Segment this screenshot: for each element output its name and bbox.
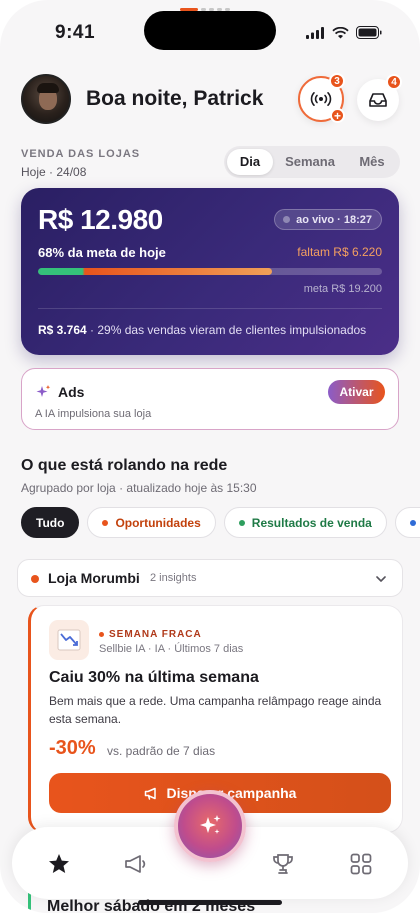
card-divider [38,308,382,309]
sales-date: Hoje · 24/08 [21,165,87,179]
sales-label: VENDA DAS LOJAS [21,148,141,160]
boost-amount: R$ 3.764 [38,323,87,337]
battery-icon [356,26,382,39]
wifi-icon [332,26,349,38]
cellular-signal-icon [306,26,324,39]
trend-down-icon [49,620,89,660]
store-insight-count: 2 insights [150,572,197,584]
activate-ads-button[interactable]: Ativar [328,380,385,404]
chip-label: Tudo [36,515,65,530]
plus-icon: + [330,108,345,123]
remaining-text: faltam R$ 6.220 [297,245,382,259]
tab-rankings[interactable] [270,851,296,877]
next-insight-accent [28,893,31,913]
sparkle-icon [36,385,51,397]
sales-value: R$ 12.980 [38,204,163,235]
trophy-icon [273,854,293,874]
goal-text: 68% da meta de hoje [38,245,166,260]
live-count-badge: 3 [329,73,345,89]
page-indicator [180,8,230,11]
tag-dot-icon [99,632,104,637]
feed-subtitle: Agrupado por loja · atualizado hoje às 1… [21,481,257,495]
grid-icon [350,853,372,875]
chip-other[interactable]: Q [394,507,420,538]
broadcast-icon [310,92,332,106]
filter-chips: Tudo Oportunidades Resultados de venda Q [21,507,420,538]
ads-subtitle: A IA impulsiona sua loja [35,408,152,420]
inbox-count-badge: 4 [386,74,402,90]
chip-all[interactable]: Tudo [21,507,80,538]
goal-progress-fill [38,268,272,275]
status-icons [306,26,382,39]
megaphone-icon [144,787,156,800]
insight-tag-label: SEMANA FRACA [109,629,202,640]
inbox-button[interactable]: 4 [357,74,402,121]
live-status-text: ao vivo · 18:27 [296,213,372,226]
home-indicator [138,900,282,905]
insight-headline: Caiu 30% na última semana [49,669,259,686]
tab-campaigns[interactable] [122,851,148,877]
chip-sales-results[interactable]: Resultados de venda [223,507,387,538]
goal-meta: meta R$ 19.200 [303,283,382,295]
segment-day[interactable]: Dia [227,149,273,175]
sales-card[interactable]: R$ 12.980 ao vivo · 18:27 68% da meta de… [21,188,399,355]
store-group-header[interactable]: Loja Morumbi 2 insights [17,559,403,597]
segment-month[interactable]: Mês [347,149,397,175]
chip-dot-icon [102,519,109,526]
ads-title: Ads [58,384,85,400]
store-name: Loja Morumbi [48,570,140,586]
dynamic-island [144,11,276,50]
goal-progress-bar [38,268,382,275]
chip-dot-icon [409,519,416,526]
insight-number: -30% [49,737,96,759]
ads-card[interactable]: Ads A IA impulsiona sua loja Ativar [21,368,399,430]
tab-apps[interactable] [348,851,374,877]
insight-source: Sellbie IA · IA · Últimos 7 dias [99,643,244,655]
chip-label: Oportunidades [115,515,201,530]
megaphone-icon [125,855,146,873]
phone-screen: 9:41 Boa noite, Patrick 3 + 4 VENDA DAS … [0,0,420,913]
live-broadcast-button[interactable]: 3 + [298,73,345,123]
star-icon [49,854,69,873]
chevron-down-icon [376,576,386,582]
chip-opportunities[interactable]: Oportunidades [87,507,216,538]
sparkle-icon [200,815,221,834]
status-bar: 9:41 [0,0,420,60]
inbox-icon [369,93,387,107]
status-time: 9:41 [55,22,96,43]
store-status-dot [31,575,39,583]
boost-summary: R$ 3.764 · 29% das vendas vieram de clie… [38,323,366,337]
boost-text: · 29% das vendas vieram de clientes impu… [86,323,367,337]
avatar[interactable] [21,74,71,124]
insight-tag: SEMANA FRACA [99,629,202,640]
live-dot-icon [283,216,291,223]
chip-dot-icon [238,519,245,526]
header: Boa noite, Patrick 3 + 4 [21,73,402,124]
chip-label: Resultados de venda [251,515,372,530]
live-status-pill: ao vivo · 18:27 [274,209,382,230]
feed-title: O que está rolando na rede [21,457,228,474]
insight-body: Bem mais que a rede. Uma campanha relâmp… [49,694,382,726]
greeting: Boa noite, Patrick [86,87,264,110]
insight-number-caption: vs. padrão de 7 dias [107,744,216,758]
segment-week[interactable]: Semana [273,149,347,175]
tab-highlights[interactable] [46,851,72,877]
period-segmented-control: Dia Semana Mês [224,146,400,178]
ai-assistant-button[interactable] [174,790,246,862]
